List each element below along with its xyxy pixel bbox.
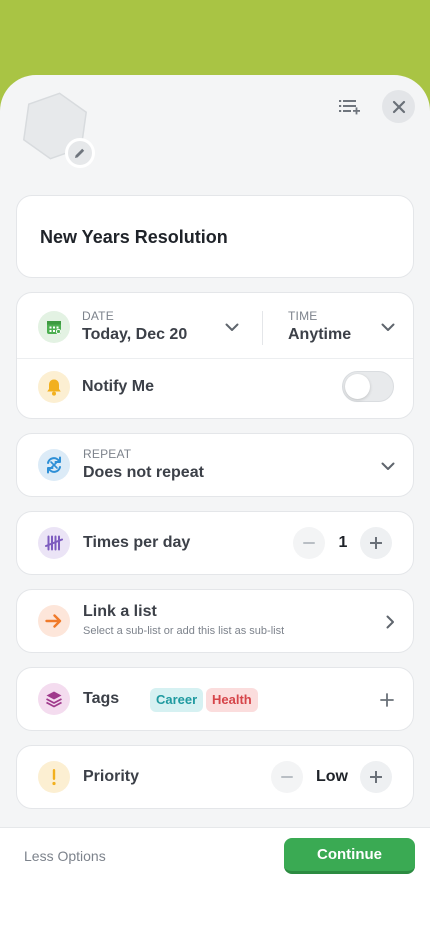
edit-avatar-button[interactable] xyxy=(65,138,95,168)
schedule-divider xyxy=(17,358,413,359)
priority-label: Priority xyxy=(83,768,140,785)
link-list-card[interactable]: Link a list Select a sub-list or add thi… xyxy=(16,589,414,653)
time-dropdown-chevron-icon[interactable] xyxy=(380,319,396,335)
bell-icon xyxy=(38,371,70,403)
times-per-day-label: Times per day xyxy=(83,534,191,551)
plus-icon xyxy=(370,537,382,549)
close-icon xyxy=(392,100,405,113)
date-time-divider xyxy=(262,311,263,345)
list-add-icon xyxy=(339,100,360,115)
tag-career[interactable]: Career xyxy=(150,688,204,712)
repeat-dropdown-chevron-icon[interactable] xyxy=(380,458,396,474)
task-title[interactable]: New Years Resolution xyxy=(40,227,228,248)
continue-button[interactable]: Continue xyxy=(284,838,415,874)
notify-toggle-knob xyxy=(345,374,370,399)
repeat-label: REPEAT xyxy=(83,447,132,461)
calendar-icon xyxy=(38,311,70,343)
footer-bar: Less Options Continue xyxy=(0,827,430,932)
repeat-icon xyxy=(38,449,70,481)
decrement-times-button[interactable] xyxy=(293,527,325,559)
list-add-button[interactable] xyxy=(336,93,364,121)
link-list-chevron-right-icon[interactable] xyxy=(382,614,398,630)
increase-priority-button[interactable] xyxy=(360,761,392,793)
minus-icon xyxy=(303,542,315,544)
notify-toggle[interactable] xyxy=(342,371,394,402)
less-options-link[interactable]: Less Options xyxy=(24,848,106,864)
repeat-value[interactable]: Does not repeat xyxy=(83,464,204,482)
schedule-card: DATE Today, Dec 20 TIME Anytime Notify M… xyxy=(16,292,414,419)
plus-icon xyxy=(380,693,394,707)
increment-times-button[interactable] xyxy=(360,527,392,559)
notify-label: Notify Me xyxy=(82,378,154,395)
tally-marks-icon xyxy=(38,527,70,559)
tags-card: Tags Career Health xyxy=(16,667,414,731)
minus-icon xyxy=(281,776,293,778)
decrease-priority-button[interactable] xyxy=(271,761,303,793)
times-per-day-value: 1 xyxy=(338,534,348,551)
title-card[interactable]: New Years Resolution xyxy=(16,195,414,278)
date-value[interactable]: Today, Dec 20 xyxy=(82,326,187,344)
tag-health[interactable]: Health xyxy=(206,688,258,712)
exclamation-icon xyxy=(38,761,70,793)
priority-card: Priority Low xyxy=(16,745,414,809)
time-value[interactable]: Anytime xyxy=(288,326,351,344)
repeat-card[interactable]: REPEAT Does not repeat xyxy=(16,433,414,497)
pencil-icon xyxy=(75,148,85,158)
date-dropdown-chevron-icon[interactable] xyxy=(224,319,240,335)
layers-icon xyxy=(38,683,70,715)
plus-icon xyxy=(370,771,382,783)
arrow-right-icon xyxy=(38,605,70,637)
close-button[interactable] xyxy=(382,90,415,123)
link-list-subtitle: Select a sub-list or add this list as su… xyxy=(83,625,285,637)
tags-label: Tags xyxy=(83,690,120,707)
date-label: DATE xyxy=(82,309,114,323)
times-per-day-card: Times per day 1 xyxy=(16,511,414,575)
time-label: TIME xyxy=(288,309,318,323)
add-tag-button[interactable] xyxy=(378,691,396,709)
task-avatar[interactable] xyxy=(20,91,96,168)
task-sheet: New Years Resolution DATE Today, Dec 20 … xyxy=(0,75,430,932)
priority-value: Low xyxy=(316,768,348,785)
link-list-label: Link a list xyxy=(83,603,157,620)
